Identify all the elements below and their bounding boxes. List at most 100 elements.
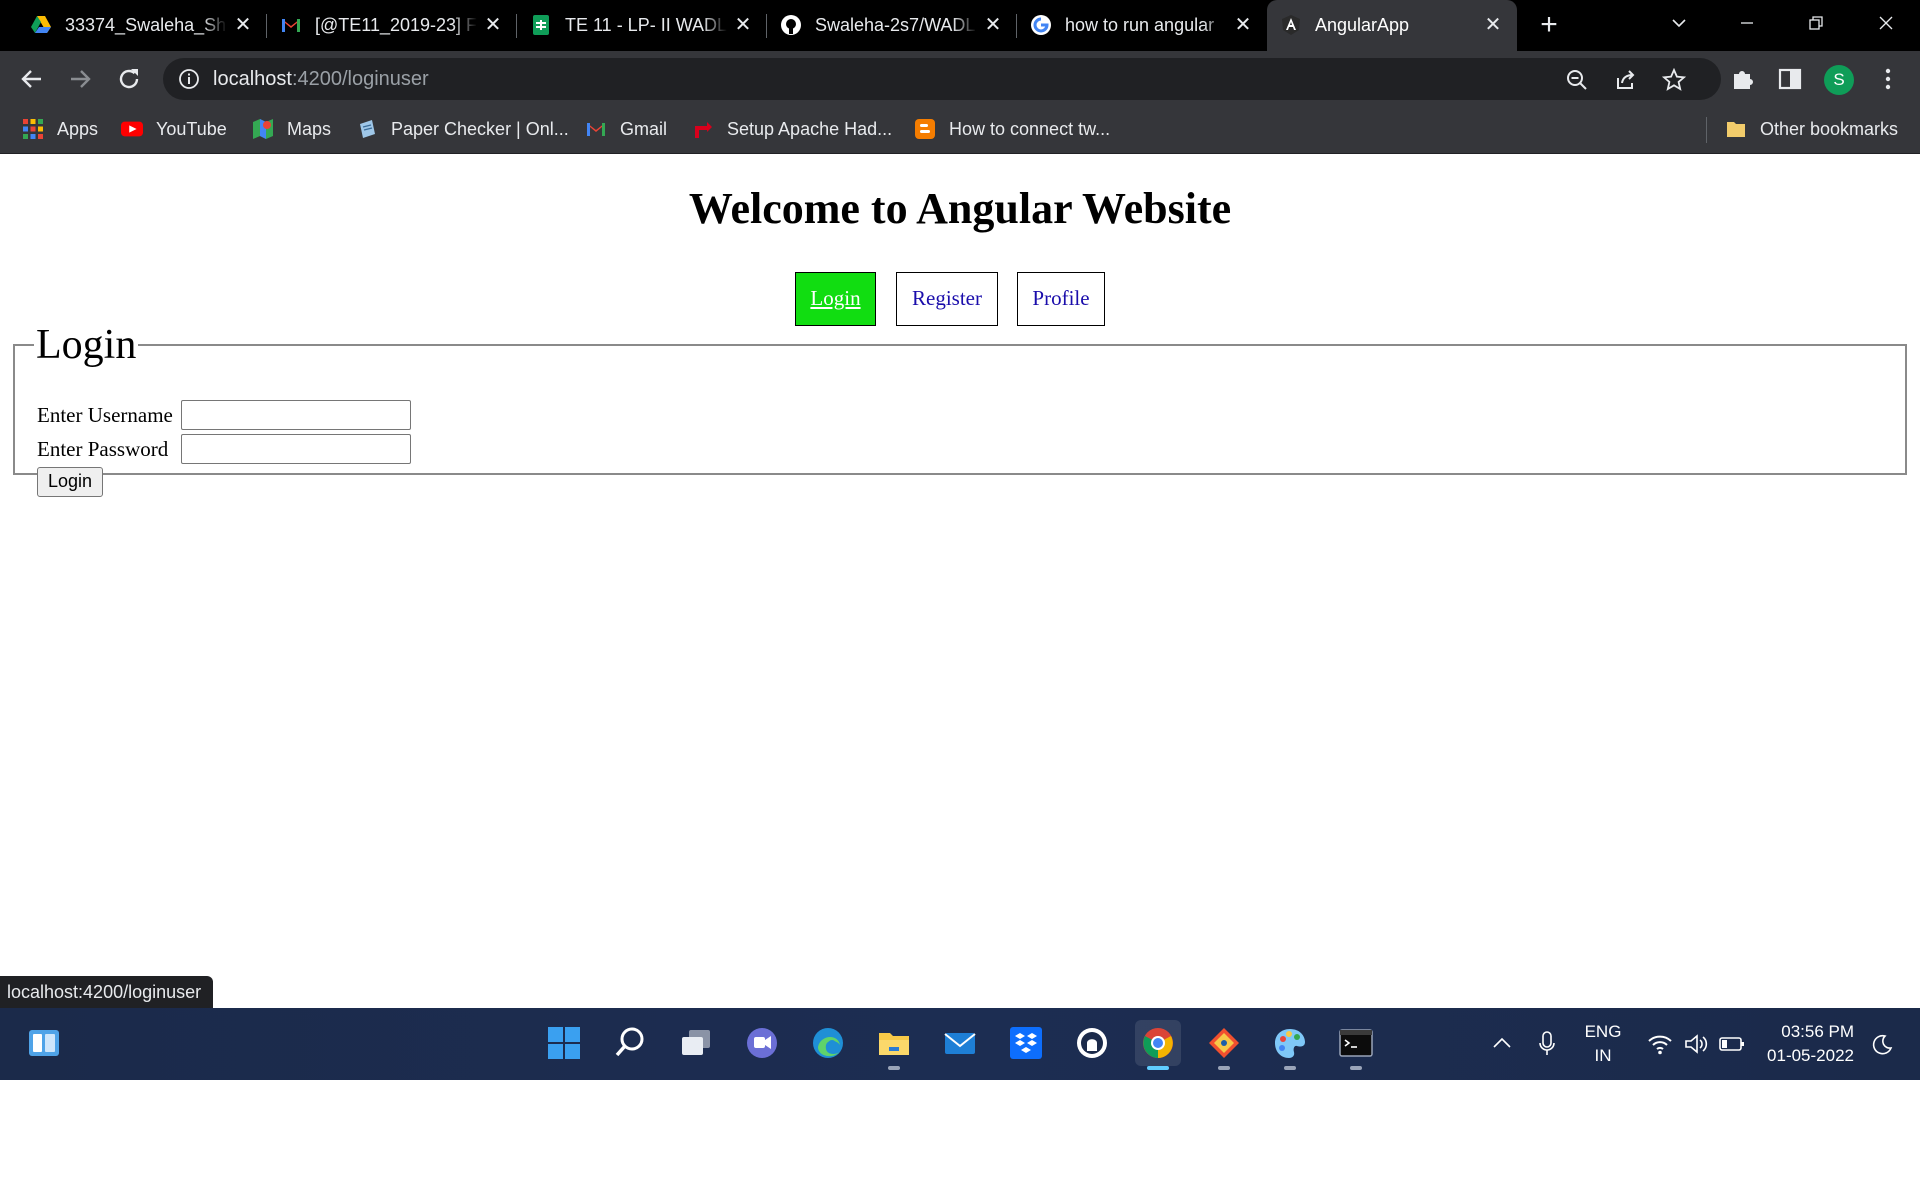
- tab-title: AngularApp: [1315, 15, 1410, 35]
- teams-chat-icon: [747, 1028, 777, 1058]
- chrome-icon: [1143, 1028, 1173, 1058]
- tab-google-search[interactable]: how to run angular ✕: [1017, 0, 1267, 51]
- folder-icon: [1727, 122, 1745, 137]
- restore-button[interactable]: [1782, 0, 1850, 44]
- clock-date: 01-05-2022: [1767, 1046, 1854, 1065]
- more-menu-icon[interactable]: [1875, 66, 1901, 92]
- mail-button[interactable]: [937, 1020, 983, 1066]
- git-button[interactable]: [1201, 1020, 1247, 1070]
- password-label: Enter Password: [37, 437, 169, 461]
- bookmark-label: YouTube: [156, 118, 227, 139]
- paint-button[interactable]: [1267, 1020, 1313, 1070]
- tab-angular-app[interactable]: AngularApp ✕: [1267, 0, 1517, 51]
- bookmark-youtube[interactable]: YouTube: [121, 107, 227, 151]
- tab-title: [@TE11_2019-23] F: [315, 15, 477, 35]
- extensions-icon[interactable]: [1730, 66, 1756, 92]
- tab-github[interactable]: Swaleha-2s7/WADL ✕: [767, 0, 1017, 51]
- bookmark-label: Gmail: [620, 118, 668, 139]
- chrome-button[interactable]: [1135, 1020, 1181, 1070]
- terminal-button[interactable]: [1333, 1020, 1379, 1070]
- nav-profile-link[interactable]: Profile: [1017, 272, 1105, 326]
- running-indicator: [1350, 1066, 1362, 1070]
- widgets-button[interactable]: [21, 1020, 67, 1066]
- bookmark-how-to-connect[interactable]: How to connect tw...: [914, 107, 1110, 151]
- bookmark-apps[interactable]: Apps: [22, 107, 98, 151]
- back-icon[interactable]: [14, 61, 50, 97]
- tab-google-sheets[interactable]: TE 11 - LP- II WADL ✕: [517, 0, 767, 51]
- url-text[interactable]: localhost:4200/loginuser: [213, 68, 429, 91]
- bookmark-label: Paper Checker | Onl...: [391, 118, 569, 139]
- terminal-icon: [1339, 1029, 1373, 1057]
- volume-icon: [1685, 1034, 1708, 1054]
- bookmark-label: Setup Apache Had...: [727, 118, 893, 139]
- close-window-button[interactable]: [1852, 0, 1920, 44]
- side-panel-icon[interactable]: [1777, 66, 1803, 92]
- share-icon[interactable]: [1614, 68, 1638, 92]
- close-icon[interactable]: ✕: [732, 14, 754, 36]
- tab-google-drive[interactable]: 33374_Swaleha_Sha ✕: [17, 0, 267, 51]
- windows-taskbar: ENG IN 03:56 PM 01-05-2022: [0, 1008, 1920, 1080]
- username-input[interactable]: [181, 400, 411, 430]
- start-icon: [548, 1027, 580, 1059]
- bookmark-maps[interactable]: Maps: [252, 107, 331, 151]
- tab-strip: 33374_Swaleha_Sha ✕ [@TE11_2019-23] F ✕ …: [0, 0, 1920, 51]
- wifi-icon: [1648, 1035, 1672, 1055]
- focus-assist-button[interactable]: [1868, 1008, 1898, 1080]
- address-bar[interactable]: localhost:4200/loginuser: [163, 58, 1721, 100]
- apps-grid-icon: [23, 119, 43, 139]
- tab-search-chevron-icon[interactable]: [1645, 0, 1713, 44]
- bookmark-gmail[interactable]: Gmail: [585, 107, 667, 151]
- gmail-icon: [282, 19, 300, 32]
- teams-chat-button[interactable]: [739, 1020, 785, 1066]
- profile-avatar[interactable]: S: [1824, 65, 1854, 95]
- language-line1: ENG: [1584, 1022, 1622, 1041]
- browser-toolbar: localhost:4200/loginuser S: [0, 51, 1920, 107]
- close-icon[interactable]: ✕: [982, 14, 1004, 36]
- site-info-icon[interactable]: [178, 68, 200, 90]
- forward-icon[interactable]: [62, 61, 98, 97]
- close-icon[interactable]: ✕: [482, 14, 504, 36]
- dropbox-icon: [1010, 1027, 1042, 1059]
- search-icon: [615, 1027, 644, 1057]
- google-sheets-icon: [533, 15, 549, 35]
- clock-time: 03:56 PM: [1781, 1022, 1854, 1041]
- close-icon[interactable]: ✕: [232, 14, 254, 36]
- network-volume-battery-button[interactable]: [1645, 1008, 1745, 1080]
- show-hidden-icons-button[interactable]: [1489, 1008, 1519, 1080]
- file-explorer-icon: [879, 1033, 909, 1055]
- search-button[interactable]: [607, 1020, 653, 1066]
- new-tab-button[interactable]: +: [1534, 10, 1564, 41]
- bookmark-paper-checker[interactable]: Paper Checker | Onl...: [356, 107, 569, 151]
- zoom-out-icon[interactable]: [1565, 68, 1589, 92]
- nav-register-link[interactable]: Register: [896, 272, 998, 326]
- dropbox-button[interactable]: [1003, 1020, 1049, 1066]
- bookmark-label: Maps: [287, 118, 332, 139]
- bookmarks-bar: Apps YouTube Maps Paper Checker | Onl...…: [0, 107, 1920, 154]
- login-fieldset: Login Enter Username Enter Password Logi…: [13, 323, 1907, 497]
- close-icon[interactable]: ✕: [1482, 14, 1504, 36]
- start-button[interactable]: [541, 1020, 587, 1066]
- edge-button[interactable]: [805, 1020, 851, 1066]
- task-view-button[interactable]: [673, 1020, 719, 1066]
- minimize-button[interactable]: [1713, 0, 1781, 44]
- reload-icon[interactable]: [111, 61, 147, 97]
- maps-icon: [253, 119, 273, 139]
- blogger-icon: [915, 119, 935, 139]
- clock[interactable]: 03:56 PM 01-05-2022: [1759, 1008, 1859, 1080]
- file-explorer-button[interactable]: [871, 1020, 917, 1070]
- moon-icon: [1872, 1034, 1893, 1055]
- tab-gmail[interactable]: [@TE11_2019-23] F ✕: [267, 0, 517, 51]
- language-indicator[interactable]: ENG IN: [1578, 1008, 1628, 1080]
- nav-login-link[interactable]: Login: [795, 272, 876, 326]
- microphone-button[interactable]: [1533, 1008, 1561, 1080]
- login-submit-button[interactable]: Login: [37, 467, 103, 497]
- url-host: localhost: [213, 68, 292, 90]
- bookmark-star-icon[interactable]: [1662, 68, 1686, 92]
- bookmark-apache-hadoop[interactable]: Setup Apache Had...: [692, 107, 892, 151]
- password-input[interactable]: [181, 434, 411, 464]
- github-desktop-button[interactable]: [1069, 1020, 1115, 1066]
- close-icon[interactable]: ✕: [1232, 14, 1254, 36]
- mail-icon: [944, 1033, 976, 1054]
- screen-bottom-area: [0, 1080, 1920, 1195]
- other-bookmarks[interactable]: Other bookmarks: [1725, 107, 1898, 151]
